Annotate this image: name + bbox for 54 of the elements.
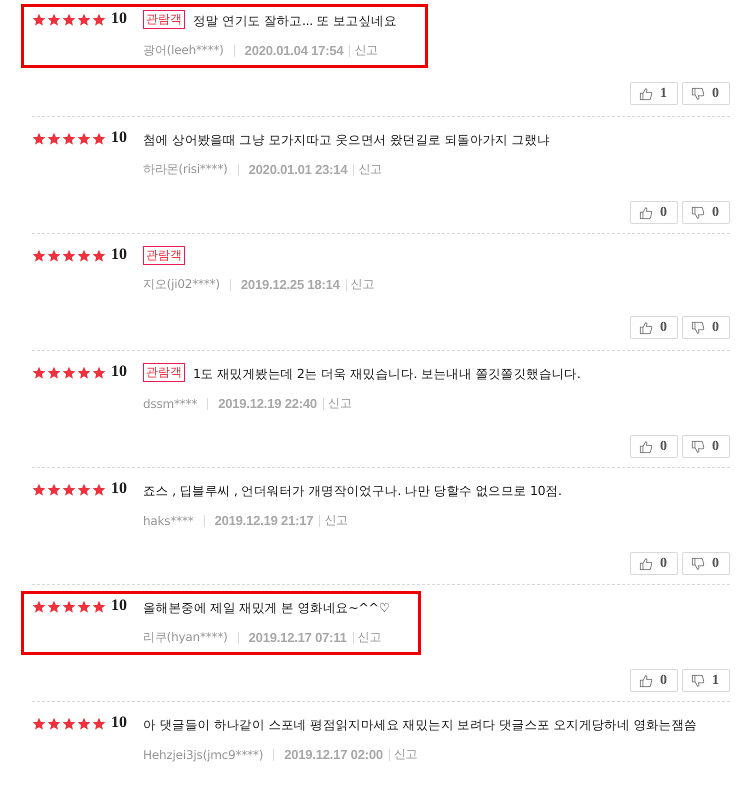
- author-name: 지오(ji02****): [143, 276, 220, 293]
- like-button[interactable]: 0: [630, 435, 678, 458]
- thumbs-down-icon: [691, 320, 705, 334]
- thumbs-down-icon: [691, 674, 705, 688]
- thumbs-up-icon: [639, 320, 653, 334]
- review-date: 2019.12.25 18:14: [240, 277, 340, 292]
- review-text: 1도 재밌게봤는데 2는 더욱 재밌습니다. 보는내내 쫄깃쫄깃했습니다.: [193, 365, 581, 383]
- review-date: 2020.01.01 23:14: [248, 162, 348, 177]
- thumbs-down-icon: [691, 206, 705, 220]
- viewer-badge: 관람객: [143, 10, 185, 29]
- author-name: 리쿠(hyan****): [143, 629, 228, 646]
- rating-score: 10: [111, 10, 128, 28]
- rating-score: 10: [111, 714, 128, 732]
- review-date: 2020.01.04 17:54: [244, 43, 344, 58]
- like-button[interactable]: 0: [630, 201, 678, 224]
- review-text: 올해본중에 제일 재밌게 본 영화네요~^^♡: [143, 599, 390, 617]
- review-text: 정말 연기도 잘하고... 또 보고싶네요: [193, 12, 397, 30]
- review-text: 아 댓글들이 하나같이 스포네 평점읽지마세요 재밌는지 보려다 댓글스포 오지게당하네 영화는잼씀: [143, 716, 697, 734]
- author-name: dssm****: [143, 396, 198, 410]
- review-text: 첨에 상어봤을때 그냥 모가지따고 웃으면서 왔던길로 되돌아가지 그랬냐: [143, 131, 550, 149]
- dislike-button[interactable]: 0: [682, 435, 730, 458]
- review-date: 2019.12.19 22:40: [218, 396, 317, 411]
- dislike-button[interactable]: 1: [682, 669, 730, 692]
- author-name: 하라몬(risi****): [143, 161, 228, 178]
- review-text: 죠스 , 딥블루씨 , 언더워터가 개명작이었구나. 나만 당할수 없으므로 10점.: [143, 482, 562, 500]
- dislike-button[interactable]: 0: [682, 316, 730, 339]
- rating-score: 10: [111, 597, 128, 615]
- dislike-button[interactable]: 0: [682, 201, 730, 224]
- viewer-badge: 관람객: [143, 363, 185, 382]
- review-date: 2019.12.17 02:00: [284, 747, 383, 762]
- thumbs-up-icon: [639, 86, 653, 100]
- thumbs-up-icon: [639, 440, 653, 454]
- viewer-badge: 관람객: [143, 246, 185, 265]
- dislike-button[interactable]: 0: [682, 552, 730, 575]
- author-name: 광어(leeh****): [143, 42, 224, 59]
- thumbs-down-icon: [691, 440, 705, 454]
- thumbs-up-icon: [639, 556, 653, 570]
- rating-score: 10: [111, 363, 128, 381]
- thumbs-down-icon: [691, 556, 705, 570]
- dislike-button[interactable]: 0: [682, 82, 730, 105]
- rating-score: 10: [111, 480, 128, 498]
- like-button[interactable]: 0: [630, 316, 678, 339]
- rating-score: 10: [111, 129, 128, 147]
- like-button[interactable]: 0: [630, 552, 678, 575]
- author-name: Hehzjei3js(jmc9****): [143, 748, 264, 762]
- review-date: 2019.12.17 07:11: [248, 630, 347, 645]
- like-button[interactable]: 1: [630, 82, 678, 105]
- thumbs-up-icon: [639, 674, 653, 688]
- thumbs-up-icon: [639, 206, 653, 220]
- like-button[interactable]: 0: [630, 669, 678, 692]
- review-date: 2019.12.19 21:17: [214, 513, 314, 528]
- rating-score: 10: [111, 246, 128, 264]
- thumbs-down-icon: [691, 86, 705, 100]
- author-name: haks****: [143, 514, 194, 528]
